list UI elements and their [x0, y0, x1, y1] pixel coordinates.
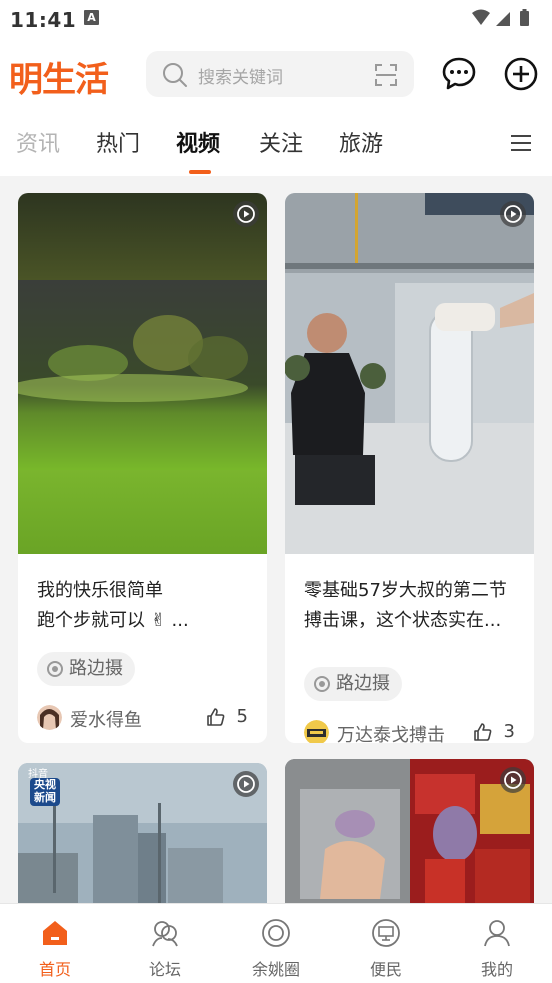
video-thumbnail[interactable] [285, 759, 534, 903]
circle-icon [262, 919, 290, 947]
nav-label: 我的 [480, 960, 513, 979]
topic-tag[interactable]: 路边摄 [37, 652, 135, 686]
services-icon [372, 919, 400, 947]
search-icon [163, 63, 187, 87]
watermark-overlay: 抖音 央视 新闻 [28, 765, 64, 806]
status-bar: 11:41 A [0, 0, 552, 36]
thumbs-up-icon [207, 708, 225, 726]
like-count: 5 [236, 706, 248, 727]
notification-badge-icon: A [84, 10, 99, 25]
tab-video[interactable]: 视频 [176, 126, 220, 158]
nav-label: 首页 [38, 960, 71, 979]
nav-label: 便民 [369, 960, 402, 979]
user-icon [484, 920, 510, 947]
nav-profile[interactable]: 我的 [442, 904, 552, 983]
nav-yuyao-circle[interactable]: 余姚圈 [221, 904, 331, 983]
scan-icon[interactable] [374, 63, 398, 87]
tab-news[interactable]: 资讯 [16, 126, 60, 158]
topic-tag[interactable]: 路边摄 [304, 667, 402, 701]
tab-travel[interactable]: 旅游 [339, 126, 383, 158]
system-status-icons [472, 9, 529, 26]
video-thumbnail[interactable] [285, 193, 534, 554]
app-logo: 明生活 [9, 60, 109, 100]
message-icon[interactable] [441, 56, 477, 92]
video-card[interactable] [285, 759, 534, 903]
play-icon [500, 201, 526, 227]
nav-services[interactable]: 便民 [331, 904, 441, 983]
author-name[interactable]: 爱水得鱼 [70, 706, 142, 732]
nav-forum[interactable]: 论坛 [110, 904, 220, 983]
status-time: 11:41 [10, 8, 77, 32]
app-header: 明生活 搜索关键词 [0, 36, 552, 114]
home-icon [43, 921, 67, 945]
video-card[interactable]: 抖音 央视 新闻 [18, 763, 267, 903]
battery-icon [520, 11, 529, 26]
play-icon [233, 771, 259, 797]
tab-hot[interactable]: 热门 [96, 126, 140, 158]
nav-label: 余姚圈 [251, 960, 300, 979]
card-title-line: 零基础57岁大叔的第二节 [304, 580, 507, 601]
avatar[interactable] [304, 720, 329, 743]
bottom-navigation: 首页 论坛 余姚圈 便民 我的 [0, 903, 552, 983]
video-feed: 我的快乐很简单 跑个步就可以 ✌ ... 路边摄 爱水得鱼 5 零基础57岁大叔… [0, 176, 552, 903]
news-logo: 央视 新闻 [30, 778, 60, 806]
menu-icon[interactable] [509, 133, 533, 153]
news-logo-line: 新闻 [34, 791, 56, 804]
card-title-line: 跑个步就可以 ✌ ... [37, 610, 189, 631]
news-logo-line: 央视 [34, 778, 56, 791]
thumbs-up-icon [474, 723, 492, 741]
nav-home[interactable]: 首页 [0, 904, 110, 983]
forum-icon [152, 921, 178, 947]
video-card[interactable]: 零基础57岁大叔的第二节 搏击课，这个状态实在... 路边摄 万达泰戈搏击 3 [285, 193, 534, 743]
camera-tag-icon [314, 676, 330, 692]
video-card[interactable]: 我的快乐很简单 跑个步就可以 ✌ ... 路边摄 爱水得鱼 5 [18, 193, 267, 743]
author-name[interactable]: 万达泰戈搏击 [337, 721, 445, 743]
card-title-line: 搏击课，这个状态实在... [304, 610, 502, 631]
add-icon[interactable] [503, 56, 539, 92]
play-icon [233, 201, 259, 227]
nav-label: 论坛 [148, 960, 181, 979]
like-count: 3 [503, 721, 515, 742]
card-title-line: 我的快乐很简单 [37, 580, 163, 601]
video-thumbnail[interactable] [18, 193, 267, 554]
tab-follow[interactable]: 关注 [259, 126, 303, 158]
avatar[interactable] [37, 705, 62, 730]
category-tabs: 资讯 热门 视频 关注 旅游 [0, 114, 552, 176]
search-placeholder: 搜索关键词 [198, 68, 283, 88]
topic-tag-label: 路边摄 [336, 673, 390, 694]
card-title[interactable]: 我的快乐很简单 跑个步就可以 ✌ ... [37, 576, 253, 636]
card-title[interactable]: 零基础57岁大叔的第二节 搏击课，这个状态实在... [304, 576, 520, 636]
search-bar[interactable]: 搜索关键词 [146, 51, 414, 97]
signal-icon [496, 12, 510, 26]
play-icon [500, 767, 526, 793]
wifi-icon [472, 9, 490, 25]
active-tab-indicator [189, 170, 211, 174]
camera-tag-icon [47, 661, 63, 677]
topic-tag-label: 路边摄 [69, 658, 123, 679]
